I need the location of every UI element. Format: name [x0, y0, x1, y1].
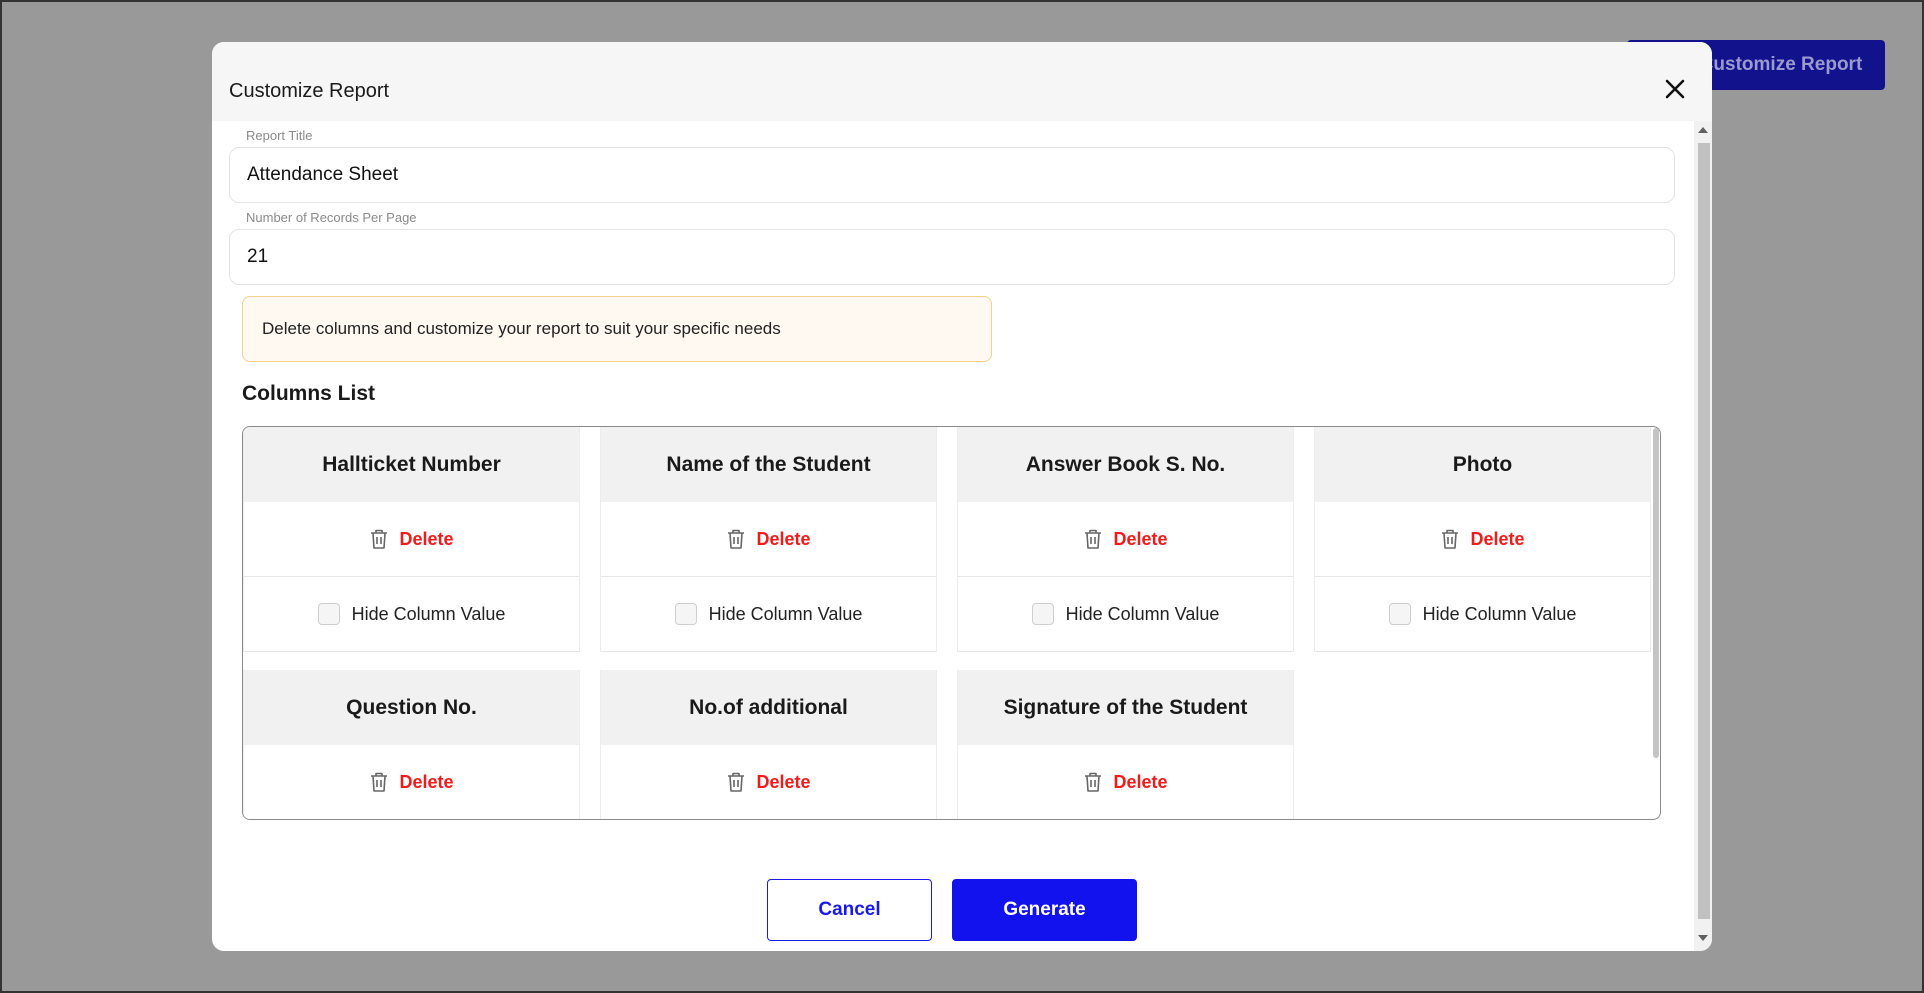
trash-icon	[371, 772, 388, 792]
delete-column-button[interactable]: Delete	[244, 502, 579, 577]
column-card: Question No. Delete	[243, 670, 580, 819]
column-name: Photo	[1315, 427, 1650, 502]
trash-icon	[1085, 772, 1102, 792]
columns-list: Hallticket Number Delete Hide Column Val…	[242, 426, 1661, 820]
hide-column-option: Hide Column Value	[244, 577, 579, 652]
modal-title: Customize Report	[229, 80, 390, 102]
column-name: Hallticket Number	[244, 427, 579, 502]
records-per-page-input[interactable]	[229, 229, 1675, 285]
customize-report-modal: Customize Report Report Title Number of …	[212, 42, 1712, 951]
trash-icon	[371, 529, 388, 549]
column-name: Question No.	[244, 670, 579, 745]
info-message: Delete columns and customize your report…	[242, 296, 992, 362]
records-per-page-label: Number of Records Per Page	[243, 210, 420, 225]
hide-column-option: Hide Column Value	[958, 577, 1293, 652]
column-card: Answer Book S. No. Delete Hide Column Va…	[957, 427, 1294, 652]
delete-column-button[interactable]: Delete	[601, 502, 936, 577]
hide-column-label: Hide Column Value	[708, 603, 863, 624]
hide-column-label: Hide Column Value	[1422, 603, 1577, 624]
column-card: No.of additional Delete	[600, 670, 937, 819]
column-card: Name of the Student Delete Hide Column V…	[600, 427, 937, 652]
delete-column-button[interactable]: Delete	[244, 745, 579, 819]
scroll-down-arrow-icon[interactable]	[1698, 935, 1708, 941]
hide-column-option: Hide Column Value	[601, 577, 936, 652]
hide-column-checkbox[interactable]	[1031, 603, 1054, 625]
scroll-thumb[interactable]	[1698, 143, 1710, 919]
trash-icon	[1085, 529, 1102, 549]
cancel-button[interactable]: Cancel	[767, 879, 932, 941]
delete-column-button[interactable]: Delete	[601, 745, 936, 819]
column-card: Photo Delete Hide Column Value	[1314, 427, 1651, 652]
report-title-input[interactable]	[229, 147, 1675, 203]
hide-column-checkbox[interactable]	[674, 603, 697, 625]
hide-column-label: Hide Column Value	[1065, 603, 1220, 624]
hide-column-checkbox[interactable]	[317, 603, 340, 625]
trash-icon	[728, 529, 745, 549]
column-name: No.of additional	[601, 670, 936, 745]
delete-label: Delete	[756, 528, 811, 549]
delete-label: Delete	[1470, 528, 1525, 549]
delete-column-button[interactable]: Delete	[1315, 502, 1650, 577]
trash-icon	[1442, 529, 1459, 549]
scroll-up-arrow-icon[interactable]	[1698, 127, 1708, 133]
modal-scrollbar[interactable]	[1694, 121, 1712, 951]
hide-column-checkbox[interactable]	[1388, 603, 1411, 625]
delete-column-button[interactable]: Delete	[958, 745, 1293, 819]
close-icon[interactable]	[1662, 76, 1688, 102]
column-name: Name of the Student	[601, 427, 936, 502]
column-name: Signature of the Student	[958, 670, 1293, 745]
columns-list-heading: Columns List	[242, 382, 376, 405]
delete-label: Delete	[756, 771, 811, 792]
delete-column-button[interactable]: Delete	[958, 502, 1293, 577]
trash-icon	[728, 772, 745, 792]
columns-scrollbar[interactable]	[1653, 428, 1659, 758]
column-name: Answer Book S. No.	[958, 427, 1293, 502]
delete-label: Delete	[399, 771, 454, 792]
hide-column-label: Hide Column Value	[351, 603, 506, 624]
delete-label: Delete	[1113, 771, 1168, 792]
delete-label: Delete	[1113, 528, 1168, 549]
hide-column-option: Hide Column Value	[1315, 577, 1650, 652]
generate-button[interactable]: Generate	[952, 879, 1137, 941]
modal-header: Customize Report	[212, 42, 1712, 121]
delete-label: Delete	[399, 528, 454, 549]
column-card: Hallticket Number Delete Hide Column Val…	[243, 427, 580, 652]
report-title-label: Report Title	[243, 128, 316, 143]
column-card: Signature of the Student Delete	[957, 670, 1294, 819]
